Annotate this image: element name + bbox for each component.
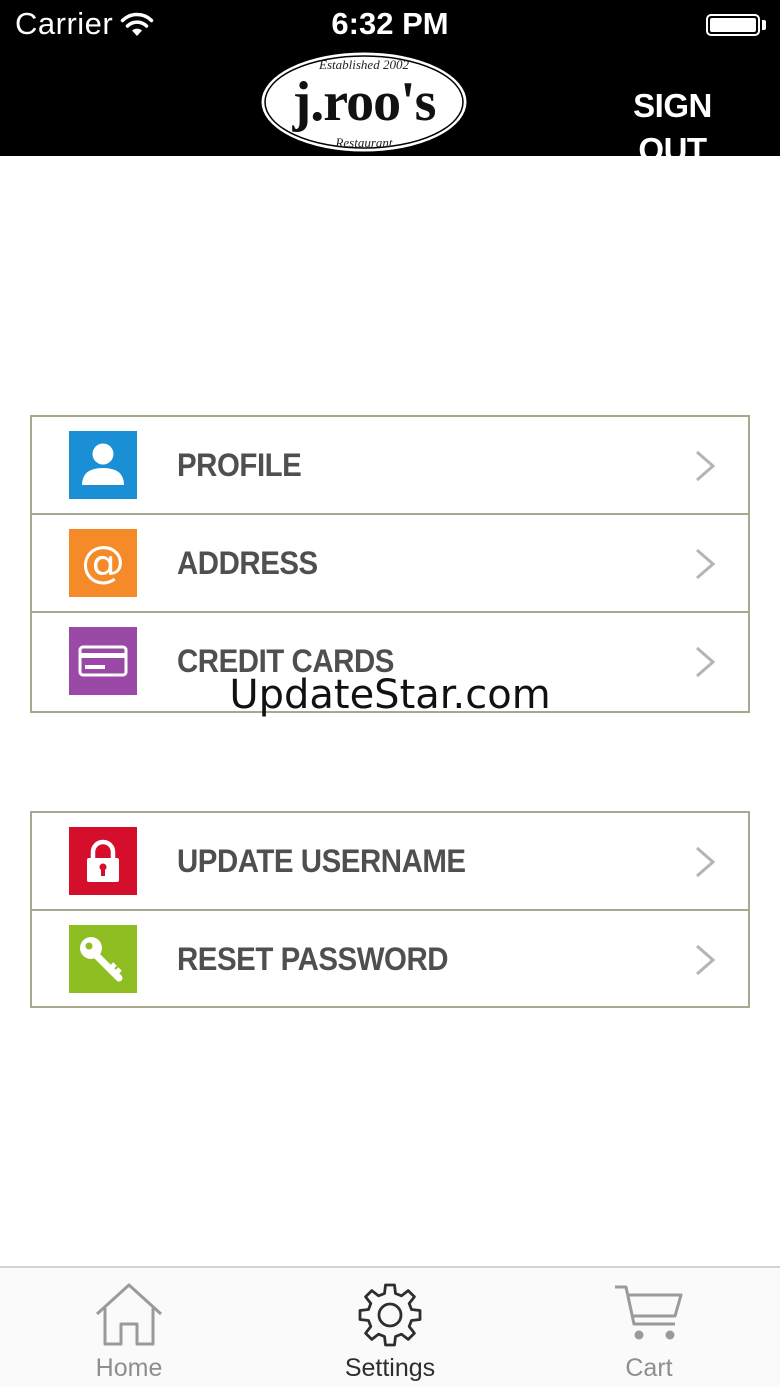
chevron-right-icon: [696, 548, 716, 580]
reset-password-label: RESET PASSWORD: [177, 941, 449, 977]
credit-cards-row[interactable]: CREDIT CARDS: [32, 613, 748, 710]
profile-label: PROFILE: [177, 447, 302, 483]
chevron-right-icon: [696, 646, 716, 678]
tab-cart-label: Cart: [625, 1354, 673, 1382]
chevron-right-icon: [696, 450, 716, 482]
tab-settings[interactable]: Settings: [300, 1268, 480, 1387]
chevron-right-icon: [696, 846, 716, 878]
credit-card-icon: [69, 627, 137, 695]
tab-bar: Home Settings Cart: [0, 1266, 780, 1387]
tab-settings-label: Settings: [344, 1354, 436, 1382]
reset-password-row[interactable]: RESET PASSWORD: [32, 911, 748, 1008]
sign-out-button[interactable]: SIGN OUT: [600, 84, 745, 168]
svg-text:@: @: [81, 537, 125, 588]
chevron-right-icon: [696, 944, 716, 976]
gear-icon: [358, 1283, 422, 1347]
tab-home-label: Home: [95, 1354, 163, 1382]
clock: 6:32 PM: [331, 6, 449, 41]
tab-cart[interactable]: Cart: [559, 1268, 739, 1387]
update-username-row[interactable]: UPDATE USERNAME: [32, 813, 748, 911]
key-icon: [69, 925, 137, 993]
profile-row[interactable]: PROFILE: [32, 417, 748, 515]
credit-cards-label: CREDIT CARDS: [177, 643, 394, 679]
cart-icon: [615, 1285, 683, 1340]
at-sign-icon: @: [69, 529, 137, 597]
app-header: Carrier 6:32 PM Established 2002 j.roo's…: [0, 0, 780, 168]
home-icon: [95, 1283, 163, 1346]
update-username-label: UPDATE USERNAME: [177, 843, 466, 879]
address-row[interactable]: @ ADDRESS: [32, 515, 748, 613]
battery-icon: [706, 14, 760, 36]
tab-home[interactable]: Home: [39, 1268, 219, 1387]
restaurant-logo: Established 2002 j.roo's Restaurant: [256, 48, 472, 156]
security-settings-group: UPDATE USERNAME RESET PASSWORD: [30, 811, 750, 1008]
battery-tip: [762, 20, 766, 30]
address-label: ADDRESS: [177, 545, 318, 581]
logo-restaurant: Restaurant: [335, 135, 393, 150]
logo-name: j.roo's: [292, 71, 437, 133]
status-bar: Carrier 6:32 PM: [0, 0, 780, 50]
person-icon: [69, 431, 137, 499]
lock-icon: [69, 827, 137, 895]
account-settings-group: PROFILE @ ADDRESS CREDIT CARDS: [30, 415, 750, 713]
